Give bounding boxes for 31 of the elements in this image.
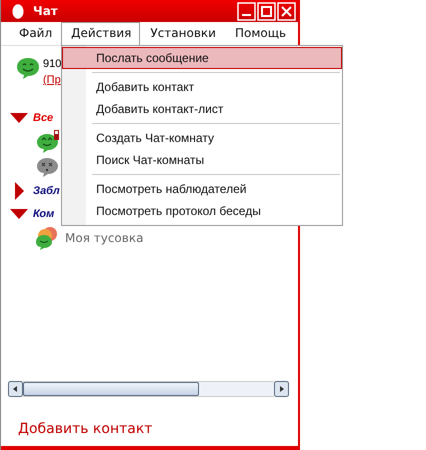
expanded-arrow-icon[interactable]: [9, 112, 29, 124]
status-link[interactable]: (Пр: [43, 74, 62, 86]
menu-option[interactable]: Посмотреть наблюдателей: [62, 178, 342, 200]
add-contact-link[interactable]: Добавить контакт: [18, 421, 298, 437]
menu-item[interactable]: Помощь: [224, 22, 296, 45]
window-title: Чат: [33, 4, 59, 18]
group-name: Забл: [33, 184, 60, 196]
menu-item[interactable]: Действия: [61, 22, 140, 45]
menu-option[interactable]: Добавить контакт: [62, 76, 342, 98]
expanded-arrow-icon[interactable]: [9, 208, 29, 220]
smiley-icon: [15, 56, 41, 80]
menu-option[interactable]: Посмотреть протокол беседы: [62, 200, 342, 222]
group-name: Все: [33, 112, 54, 124]
group-faces-icon: [35, 226, 59, 250]
horizontal-scrollbar[interactable]: [8, 381, 289, 397]
scroll-right-icon[interactable]: [274, 381, 289, 397]
minimize-icon[interactable]: [237, 2, 256, 20]
group-name: Ком: [33, 208, 54, 220]
menu-option[interactable]: Послать сообщение: [62, 47, 342, 69]
maximize-icon[interactable]: [257, 2, 276, 20]
menu-option[interactable]: Создать Чат-комнату: [62, 127, 342, 149]
menu-item[interactable]: Установки: [140, 22, 225, 45]
scroll-thumb[interactable]: [23, 382, 199, 396]
account-name: 910: [43, 58, 62, 70]
menu-option[interactable]: Добавить контакт-лист: [62, 98, 342, 120]
scroll-left-icon[interactable]: [8, 381, 23, 397]
menu-option[interactable]: Поиск Чат-комнаты: [62, 149, 342, 171]
contact-name[interactable]: Моя тусовка: [65, 230, 144, 244]
menu-item[interactable]: Файл: [9, 22, 62, 45]
egg-icon: [12, 3, 24, 19]
close-icon[interactable]: [277, 2, 296, 20]
